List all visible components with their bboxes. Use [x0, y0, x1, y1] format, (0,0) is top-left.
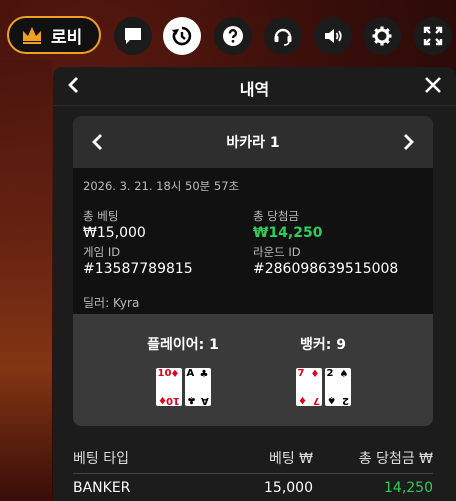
- total-bet-label: 총 베팅: [83, 209, 119, 223]
- chat-icon: [125, 28, 141, 44]
- card-rank: 2: [326, 368, 334, 379]
- card-rank: 7: [297, 368, 305, 379]
- lobby-button[interactable]: 로비: [7, 16, 101, 54]
- total-win-value: ₩14,250: [253, 225, 323, 241]
- player-card: 10 ♦ 10 ♦: [155, 368, 182, 406]
- settings-button[interactable]: [363, 17, 401, 55]
- total-bet: 총 베팅 ₩15,000: [83, 208, 253, 241]
- close-icon[interactable]: [424, 76, 442, 94]
- card-rank-inverted: A: [200, 395, 209, 406]
- total-win-label: 총 당첨금: [253, 209, 299, 223]
- game-name: 바카라 1: [226, 135, 280, 151]
- game-id-value: #13587789815: [83, 261, 193, 277]
- card-rank-inverted: 2: [341, 395, 349, 406]
- card-suit: ♦: [310, 369, 320, 380]
- player-score: 플레이어: 1: [147, 337, 219, 353]
- player-side: 플레이어: 1 10 ♦ 10 ♦ A ♣ A ♣: [123, 334, 243, 406]
- card-rank: A: [186, 368, 195, 379]
- card-rank-inverted: 10: [165, 395, 180, 406]
- card-suit: ♠: [339, 369, 349, 380]
- fullscreen-button[interactable]: [414, 17, 452, 55]
- sound-button[interactable]: [314, 17, 352, 55]
- col-total-win: 총 당첨금 ₩: [358, 451, 433, 467]
- col-bet-type: 베팅 타입: [73, 451, 129, 467]
- card-rank-inverted: 7: [312, 395, 320, 406]
- next-round-icon[interactable]: [401, 133, 415, 151]
- dealer-name: 딜러: Kyra: [83, 296, 140, 310]
- background-table: [0, 60, 52, 501]
- player-cards: 10 ♦ 10 ♦ A ♣ A ♣: [123, 368, 243, 406]
- banker-card: 2 ♠ 2 ♠: [324, 368, 351, 406]
- support-headset-icon: [274, 28, 292, 46]
- round-stats: 총 베팅 ₩15,000 총 당첨금 ₩14,250 게임 ID #135877…: [83, 208, 423, 294]
- round-card-header: 바카라 1: [73, 116, 433, 168]
- help-button[interactable]: [214, 17, 252, 55]
- history-panel: 내역 바카라 1 2026. 3. 21. 18시 50분 57초 총 베팅 ₩…: [53, 67, 456, 501]
- bets-table: 베팅 타입 베팅 ₩ 총 당첨금 ₩ BANKER 15,000 14,250: [73, 443, 433, 501]
- game-id: 게임 ID #13587789815: [83, 244, 253, 277]
- bet-type-cell: BANKER: [73, 480, 131, 496]
- fullscreen-icon: [423, 26, 443, 46]
- round-card: 바카라 1 2026. 3. 21. 18시 50분 57초 총 베팅 ₩15,…: [73, 116, 433, 426]
- card-suit: ♦: [170, 369, 180, 380]
- card-rank: 10: [157, 368, 172, 379]
- top-toolbar: 로비: [0, 0, 456, 70]
- round-datetime: 2026. 3. 21. 18시 50분 57초: [83, 179, 240, 193]
- banker-card: 7 ♦ 7 ♦: [295, 368, 322, 406]
- round-id-value: #286098639515008: [253, 261, 399, 277]
- support-button[interactable]: [264, 17, 302, 55]
- panel-title: 내역: [239, 80, 270, 99]
- settings-gear-icon: [372, 26, 392, 46]
- round-result: 플레이어: 1 10 ♦ 10 ♦ A ♣ A ♣ 뱅커: 9 7 ♦ 7 ♦ 2 ♠ 2 ♠: [73, 314, 433, 426]
- chat-button[interactable]: [114, 17, 152, 55]
- volume-icon: [325, 29, 342, 43]
- card-suit-inverted: ♦: [297, 394, 307, 405]
- bet-amount-cell: 15,000: [264, 480, 313, 496]
- help-icon: [223, 26, 243, 46]
- card-suit-inverted: ♣: [186, 394, 196, 405]
- banker-cards: 7 ♦ 7 ♦ 2 ♠ 2 ♠: [263, 368, 383, 406]
- history-button[interactable]: [163, 17, 201, 55]
- history-icon: [172, 26, 192, 46]
- total-win: 총 당첨금 ₩14,250: [253, 208, 423, 241]
- game-id-label: 게임 ID: [83, 245, 121, 259]
- lobby-label: 로비: [51, 27, 83, 48]
- round-info: 2026. 3. 21. 18시 50분 57초 총 베팅 ₩15,000 총 …: [83, 178, 423, 311]
- card-suit: ♣: [199, 369, 209, 380]
- card-suit-inverted: ♠: [326, 394, 336, 405]
- crown-icon: [23, 27, 41, 44]
- player-card: A ♣ A ♣: [184, 368, 211, 406]
- round-id-label: 라운드 ID: [253, 245, 301, 259]
- bets-table-header: 베팅 타입 베팅 ₩ 총 당첨금 ₩: [73, 443, 433, 474]
- round-id: 라운드 ID #286098639515008: [253, 244, 423, 277]
- win-amount-cell: 14,250: [384, 480, 433, 496]
- col-bet-amount: 베팅 ₩: [268, 451, 313, 467]
- panel-header: 내역: [53, 67, 456, 106]
- card-suit-inverted: ♦: [157, 394, 167, 405]
- banker-side: 뱅커: 9 7 ♦ 7 ♦ 2 ♠ 2 ♠: [263, 334, 383, 406]
- banker-score: 뱅커: 9: [300, 337, 346, 353]
- total-bet-value: ₩15,000: [83, 225, 146, 241]
- table-row: BANKER 15,000 14,250: [73, 474, 433, 501]
